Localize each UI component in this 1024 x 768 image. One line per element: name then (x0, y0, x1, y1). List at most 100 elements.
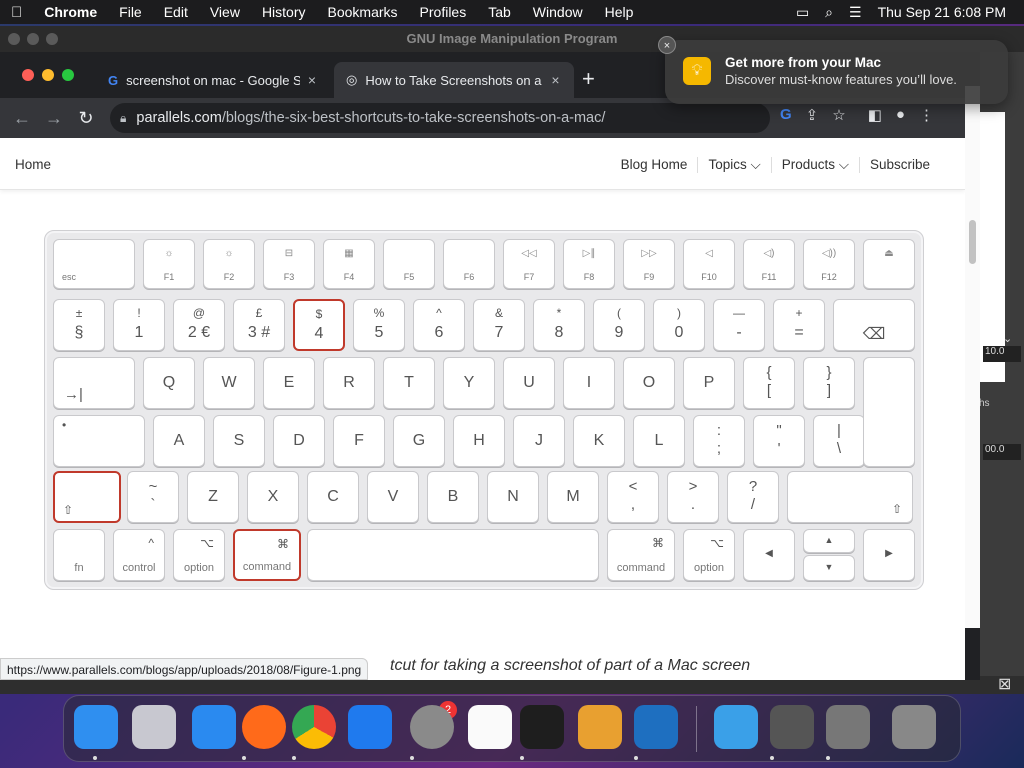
key-sublabel: control (122, 562, 156, 574)
key-label: Z (208, 488, 218, 505)
side-panel-icon[interactable]: ◧ (868, 106, 882, 124)
menu-window[interactable]: Window (522, 4, 594, 20)
nav-blog-home[interactable]: Blog Home (611, 157, 698, 173)
key-num-12: + = (773, 299, 825, 351)
key-a-6: H (453, 415, 505, 467)
profile-avatar-icon[interactable]: ● (896, 106, 905, 124)
page-scroll-thumb[interactable] (969, 220, 976, 264)
notification-close-icon[interactable]: × (658, 36, 676, 54)
key-bottom-label: 3 # (247, 324, 271, 341)
menu-help[interactable]: Help (594, 4, 645, 20)
bookmark-star-icon[interactable]: ☆ (832, 106, 845, 124)
tab-close-icon[interactable]: × (551, 72, 559, 88)
key-arrow-down: ▼ (803, 555, 855, 581)
dock-running-indicator (242, 756, 246, 760)
chrome-zoom-button[interactable] (62, 69, 74, 81)
lock-icon[interactable]: 🔒︎ (120, 111, 126, 126)
keyboard-figure[interactable]: esc ☼ F1 ☼ F2 ⊟ F3 ▦ F4 F5 F6 ◁◁ F7 ▷∥ F8 ▷▷ F9 ◁ F10 ◁) F11… (44, 230, 924, 590)
key-bottom-label: 2 € (187, 324, 211, 341)
key-glyph: ◀ (765, 548, 773, 559)
weather-icon[interactable] (714, 705, 758, 749)
key-fn-8: ▷∥ F8 (563, 239, 615, 289)
key-sublabel: F8 (583, 272, 595, 282)
back-button[interactable]: ← (6, 108, 38, 129)
menu-bookmarks[interactable]: Bookmarks (317, 4, 409, 20)
nav-subscribe[interactable]: Subscribe (858, 157, 940, 173)
launchpad-icon[interactable] (132, 705, 176, 749)
key-top-label: + (795, 306, 803, 320)
gimp-paths-tab[interactable]: hs (979, 398, 990, 409)
notification-body: Discover must-know features you’ll love. (725, 72, 957, 87)
vscode-icon[interactable] (634, 705, 678, 749)
status-url-bubble: https://www.parallels.com/blogs/app/uplo… (0, 658, 369, 680)
key-num-7: & 7 (473, 299, 525, 351)
google-lens-icon[interactable]: G (780, 106, 792, 124)
chrome-minimize-button[interactable] (42, 69, 54, 81)
key-num-4: $4 (293, 299, 345, 351)
menu-history[interactable]: History (251, 4, 317, 20)
page-scrollbar[interactable] (965, 86, 980, 628)
safari-icon[interactable] (192, 705, 236, 749)
key-a-10: :; (693, 415, 745, 467)
key-label: ⇧ (63, 503, 74, 517)
reload-button[interactable]: ↻ (70, 108, 102, 129)
key-q-12: }] (803, 357, 855, 409)
tab-parallels-blog[interactable]: ◎ How to Take Screenshots on a × (334, 62, 574, 98)
menu-edit[interactable]: Edit (153, 4, 199, 20)
screen-mirroring-icon[interactable]: ▭ (796, 4, 809, 21)
apple-icon[interactable]:  (0, 4, 33, 21)
gimp-close-x-icon[interactable]: ⊠ (998, 674, 1011, 694)
gimp-value-field[interactable]: 00.0 (983, 444, 1021, 460)
control-center-icon[interactable]: ☰ (849, 4, 862, 21)
key-top-label: | (837, 422, 841, 439)
nav-topics[interactable]: Topics ⌵ (697, 157, 770, 173)
spotlight-search-icon[interactable]: ⌕ (825, 4, 833, 21)
key-num-13: ⌫ (833, 299, 915, 351)
gimp-dropdown-icon[interactable]: ⌄ (1003, 332, 1012, 345)
key-bottom-3: ⌘ command (233, 529, 301, 581)
key-q-0: →| (53, 357, 135, 409)
menu-file[interactable]: File (108, 4, 153, 20)
key-label: D (293, 432, 305, 449)
key-fn-0: esc (53, 239, 135, 289)
tab-google-search[interactable]: G screenshot on mac - Google Se × (96, 62, 328, 98)
trash-icon[interactable] (892, 705, 936, 749)
chrome-close-button[interactable] (22, 69, 34, 81)
menu-profiles[interactable]: Profiles (409, 4, 478, 20)
gimp-icon[interactable] (770, 705, 814, 749)
tab-close-icon[interactable]: × (308, 72, 316, 88)
gimp-brush-preview[interactable] (977, 112, 1005, 382)
share-icon[interactable]: ⇪ (806, 106, 819, 124)
key-q-11: {[ (743, 357, 795, 409)
site-nav: Home Blog Home Topics ⌵ Products ⌵ Subsc… (0, 138, 965, 190)
terminal-icon[interactable] (520, 705, 564, 749)
rocket-icon[interactable] (826, 705, 870, 749)
system-settings-icon[interactable] (410, 705, 454, 749)
key-fn-13: ⏏ (863, 239, 915, 289)
chrome-icon[interactable] (292, 705, 336, 749)
address-bar[interactable]: 🔒︎ parallels.com/blogs/the-six-best-shor… (110, 103, 770, 133)
nav-home-link[interactable]: Home (15, 157, 51, 172)
gimp-zoom-button[interactable] (46, 33, 58, 45)
menu-tab[interactable]: Tab (477, 4, 522, 20)
menu-app-chrome[interactable]: Chrome (33, 4, 108, 20)
nav-products[interactable]: Products ⌵ (770, 157, 859, 173)
gimp-close-button[interactable] (8, 33, 20, 45)
finder-icon[interactable] (74, 705, 118, 749)
gimp-zoom-value[interactable]: 10.0 (983, 346, 1021, 362)
key-bottom-4 (307, 529, 599, 581)
notification-banner[interactable]: × 💡︎ Get more from your Mac Discover mus… (658, 36, 1008, 104)
key-label: G (412, 432, 426, 449)
new-tab-button[interactable]: + (582, 66, 595, 92)
gimp-minimize-button[interactable] (27, 33, 39, 45)
firefox-icon[interactable] (242, 705, 286, 749)
menu-clock[interactable]: Thu Sep 21 6:08 PM (878, 4, 1006, 20)
menu-view[interactable]: View (199, 4, 251, 20)
key-q-10: P (683, 357, 735, 409)
chrome-menu-icon[interactable]: ⋮ (919, 106, 934, 124)
textedit-icon[interactable] (468, 705, 512, 749)
app-store-icon[interactable] (348, 705, 392, 749)
garageband-icon[interactable] (578, 705, 622, 749)
forward-button[interactable]: → (38, 108, 70, 129)
tab-title: How to Take Screenshots on a (365, 72, 542, 88)
